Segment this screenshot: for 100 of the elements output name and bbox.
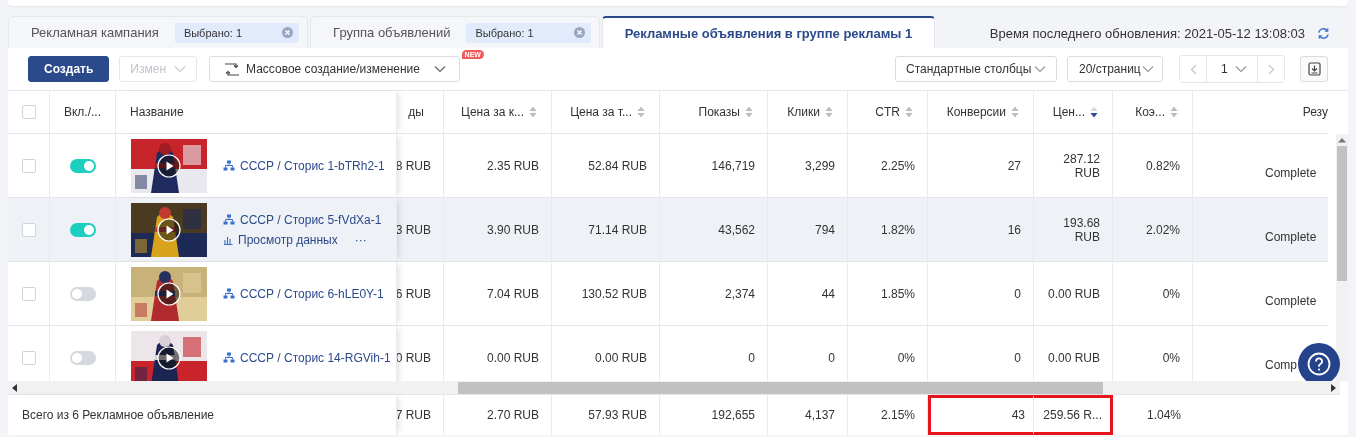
- column-header[interactable]: Клики: [787, 105, 820, 119]
- table-cell: Comp: [1265, 357, 1297, 372]
- ad-name-link[interactable]: СССР / Сторис 1-bTRh2-1: [240, 158, 385, 173]
- row-checkbox[interactable]: [21, 350, 36, 365]
- toggle-switch[interactable]: [69, 286, 96, 301]
- table-cell: 0: [1014, 350, 1021, 365]
- refresh-icon[interactable]: [1317, 26, 1330, 40]
- sort-icon[interactable]: [1090, 106, 1098, 118]
- chevron-right-icon: [1267, 63, 1275, 75]
- table-cell: 44: [821, 286, 835, 301]
- tab[interactable]: Рекламные объявления в группе рекламы 1: [601, 16, 936, 48]
- table-cell: 3.90 RUB: [486, 222, 539, 237]
- scroll-left-icon[interactable]: [12, 383, 18, 392]
- create-button[interactable]: Создать: [28, 56, 110, 82]
- table-cell: 0.00 RUB: [594, 350, 647, 365]
- column-header[interactable]: Конверсии: [946, 105, 1006, 119]
- hierarchy-icon: [223, 288, 235, 299]
- toggle-switch[interactable]: [69, 350, 96, 365]
- ad-name-link[interactable]: СССР / Сторис 14-RGVih-1: [240, 350, 391, 365]
- question-icon: [1307, 352, 1331, 376]
- table-cell: Complete: [1265, 165, 1317, 180]
- table-cell: 2.25%: [880, 158, 915, 173]
- total-cell: 57.93 RUB: [588, 408, 647, 422]
- column-header[interactable]: ды: [408, 105, 424, 119]
- column-header[interactable]: Цен...: [1052, 105, 1085, 119]
- help-button[interactable]: [1298, 343, 1340, 381]
- column-header[interactable]: Показы: [698, 105, 740, 119]
- hierarchy-icon: [223, 214, 235, 225]
- column-header[interactable]: Цена за т...: [570, 105, 632, 119]
- column-header[interactable]: Коэ...: [1135, 105, 1165, 119]
- select-all-checkbox[interactable]: [21, 105, 36, 119]
- row-checkbox[interactable]: [21, 222, 36, 237]
- tab[interactable]: Группа объявлений Выбрано: 1: [310, 16, 600, 48]
- table-cell: 71.14 RUB: [588, 222, 647, 237]
- column-header[interactable]: Резу: [1302, 105, 1328, 119]
- play-icon[interactable]: [157, 345, 181, 370]
- page-size-select[interactable]: 20/страниц: [1067, 56, 1163, 82]
- table-cell-text: 287.12 RUB: [1062, 151, 1100, 180]
- download-icon: [1307, 62, 1321, 76]
- caret-icon: [433, 65, 446, 73]
- chart-icon: [223, 234, 233, 245]
- play-icon[interactable]: [157, 153, 181, 178]
- table-cell: 794: [814, 222, 835, 237]
- toggle-switch[interactable]: [69, 222, 96, 237]
- caret-icon: [1142, 65, 1154, 73]
- total-cell: 4,137: [804, 408, 835, 422]
- table-cell: 1.85%: [880, 286, 915, 301]
- scrollbar-thumb[interactable]: [1337, 146, 1347, 281]
- clear-icon[interactable]: [282, 27, 294, 38]
- table-cell: 1.82%: [880, 222, 915, 237]
- table-cell: 52.84 RUB: [588, 158, 647, 173]
- table-cell: 146,719: [711, 158, 755, 173]
- clear-icon[interactable]: [573, 27, 585, 38]
- table-cell: 0%: [1162, 350, 1180, 365]
- toggle-switch[interactable]: [69, 158, 96, 173]
- total-cell: 192,655: [711, 408, 755, 422]
- table-cell: 0.00 RUB: [1047, 350, 1100, 365]
- caret-icon: [174, 65, 187, 73]
- row-checkbox[interactable]: [21, 158, 36, 173]
- table-cell: 130.52 RUB: [581, 286, 647, 301]
- table-cell: 0: [1014, 286, 1021, 301]
- column-header[interactable]: CTR: [875, 105, 900, 119]
- view-data-link[interactable]: Просмотр данных: [238, 232, 338, 247]
- columns-select[interactable]: Стандартные столбцы: [895, 56, 1057, 82]
- column-header[interactable]: Название: [130, 105, 184, 119]
- total-label: Всего из 6 Рекламное объявление: [22, 408, 215, 422]
- scrollbar-thumb[interactable]: [458, 381, 1103, 394]
- hierarchy-icon: [223, 160, 235, 171]
- table-cell: 0.00 RUB: [1047, 286, 1100, 301]
- table-cell: Complete: [1265, 293, 1317, 308]
- total-cell: 1.04%: [1146, 408, 1181, 422]
- tab[interactable]: Рекламная кампания Выбрано: 1: [8, 16, 309, 48]
- more-button[interactable]: ···: [354, 232, 367, 247]
- ad-name-link[interactable]: СССР / Сторис 6-hLE0Y-1: [240, 286, 384, 301]
- table-cell: 2,374: [724, 286, 755, 301]
- table-cell-text: 193.68 RUB: [1062, 215, 1100, 244]
- total-cell: 2.70 RUB: [486, 408, 539, 422]
- table-cell: 43,562: [718, 222, 755, 237]
- bulk-edit-dropdown[interactable]: Массовое создание/изменение: [209, 56, 460, 82]
- column-header[interactable]: Цена за к...: [461, 105, 524, 119]
- table-cell: 3 RUB: [397, 222, 431, 237]
- row-checkbox[interactable]: [21, 286, 36, 301]
- table-cell: 0 RUB: [397, 350, 431, 365]
- play-icon[interactable]: [157, 281, 181, 306]
- play-icon[interactable]: [157, 217, 181, 242]
- caret-icon: [1034, 65, 1046, 73]
- hierarchy-icon: [223, 352, 235, 363]
- table-cell: 7.04 RUB: [486, 286, 539, 301]
- scroll-up-icon[interactable]: [1338, 137, 1346, 143]
- table-cell: 3,299: [804, 158, 835, 173]
- table-cell: 8 RUB: [397, 158, 431, 173]
- column-header[interactable]: Вкл./...: [63, 105, 102, 119]
- total-cell: 43: [1011, 408, 1025, 422]
- scroll-right-icon[interactable]: [1330, 383, 1336, 392]
- table-cell: 2.02%: [1145, 222, 1180, 237]
- export-button[interactable]: [1300, 56, 1328, 82]
- update-time: Время последнего обновления: 2021-05-12 13:08:03: [989, 25, 1305, 41]
- table-cell: 16: [1007, 222, 1021, 237]
- ad-name-link[interactable]: СССР / Сторис 5-fVdXa-1: [240, 212, 382, 227]
- swap-icon: [224, 62, 241, 76]
